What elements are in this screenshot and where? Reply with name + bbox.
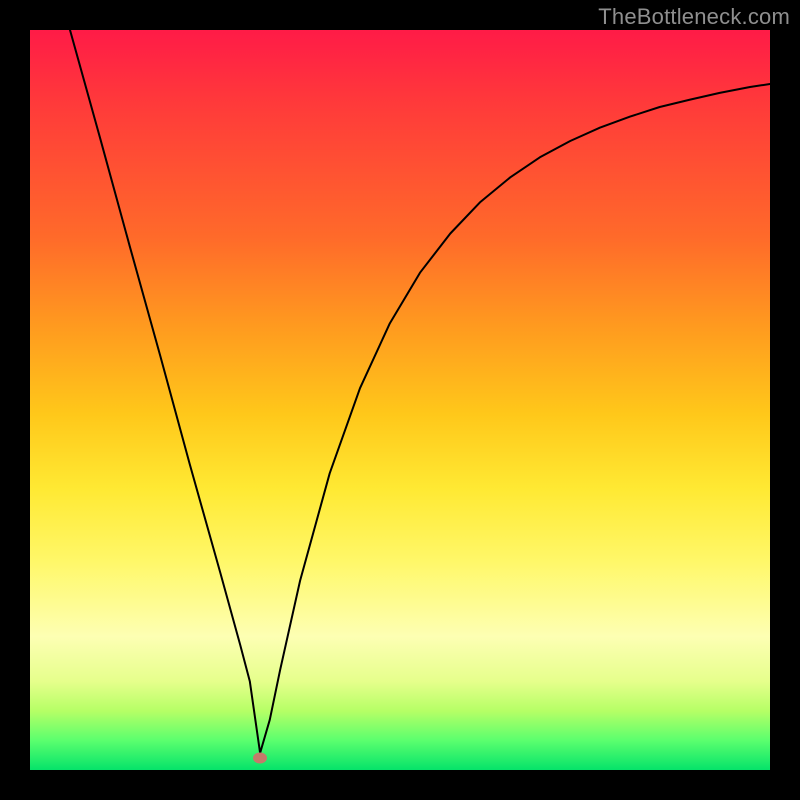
optimal-point-marker bbox=[253, 753, 267, 764]
plot-area bbox=[30, 30, 770, 770]
chart-frame: TheBottleneck.com bbox=[0, 0, 800, 800]
bottleneck-curve bbox=[30, 30, 770, 770]
watermark-text: TheBottleneck.com bbox=[598, 4, 790, 30]
